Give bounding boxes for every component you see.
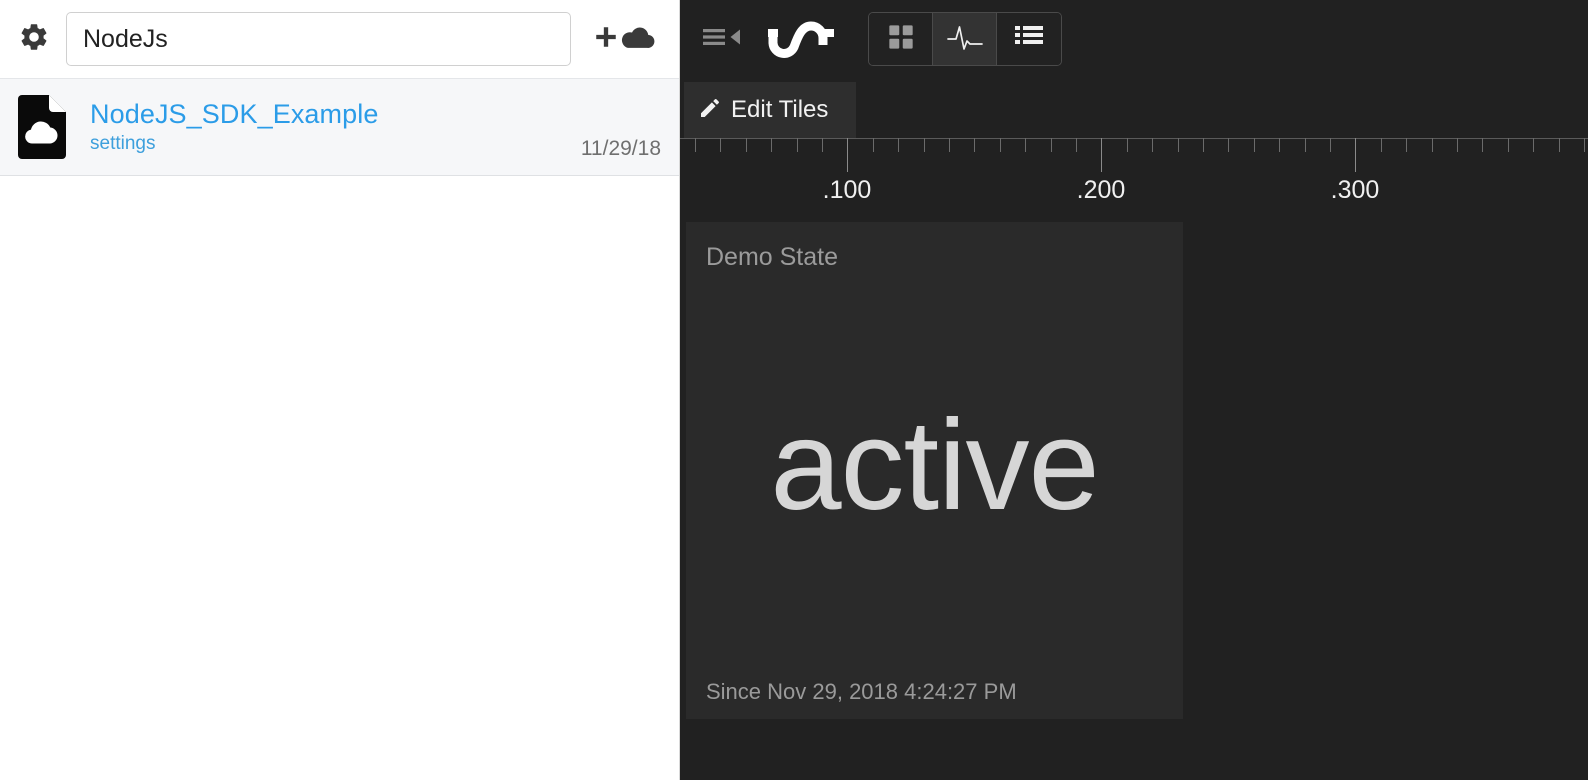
ruler-tick-minor bbox=[1381, 138, 1382, 152]
ruler-tick-minor bbox=[1178, 138, 1179, 152]
ruler-tick-minor bbox=[924, 138, 925, 152]
ruler-tick-minor bbox=[1559, 138, 1560, 152]
ruler-tick-label: .100 bbox=[822, 176, 872, 204]
ruler-tick-minor bbox=[1432, 138, 1433, 152]
ruler-tick-minor bbox=[1584, 138, 1585, 152]
ruler-tick-minor bbox=[1508, 138, 1509, 152]
ruler-tick-minor bbox=[1457, 138, 1458, 152]
dashboard-panel: Edit Tiles .100 .200 .300 Demo State activ… bbox=[680, 0, 1588, 780]
settings-button[interactable] bbox=[12, 17, 56, 61]
dashboard-tile[interactable]: Demo State active Since Nov 29, 2018 4:2… bbox=[686, 222, 1183, 719]
device-settings-link[interactable]: settings bbox=[90, 133, 581, 155]
ruler-baseline bbox=[680, 138, 1588, 139]
edit-tiles-button[interactable]: Edit Tiles bbox=[684, 82, 856, 138]
view-mode-group bbox=[868, 12, 1062, 66]
ruler-tick-minor bbox=[746, 138, 747, 152]
ruler-tick-label: .200 bbox=[1076, 176, 1126, 204]
list-item-text: NodeJS_SDK_Example settings bbox=[76, 99, 581, 155]
edit-tiles-label: Edit Tiles bbox=[731, 96, 829, 123]
plus-icon bbox=[593, 24, 619, 55]
ruler-tick-minor bbox=[695, 138, 696, 152]
ruler-tick-major bbox=[1355, 138, 1356, 172]
ruler-tick-major bbox=[847, 138, 848, 172]
app-root: NodeJS_SDK_Example settings 11/29/18 bbox=[0, 0, 1588, 780]
ruler-tick-minor bbox=[1203, 138, 1204, 152]
device-name-link[interactable]: NodeJS_SDK_Example bbox=[90, 99, 581, 130]
view-mode-list-button[interactable] bbox=[997, 13, 1061, 65]
ruler-tick-minor bbox=[1000, 138, 1001, 152]
search-toolbar bbox=[0, 0, 679, 78]
ruler-tick-minor bbox=[1228, 138, 1229, 152]
ruler-tick-label: .300 bbox=[1330, 176, 1380, 204]
device-list: NodeJS_SDK_Example settings 11/29/18 bbox=[0, 78, 679, 176]
ruler-tick-minor bbox=[771, 138, 772, 152]
search-field-wrap bbox=[66, 12, 571, 66]
device-date: 11/29/18 bbox=[580, 137, 661, 160]
ruler-tick-minor bbox=[1254, 138, 1255, 152]
timeline-ruler[interactable]: .100 .200 .300 bbox=[680, 138, 1588, 216]
tile-value: active bbox=[770, 394, 1099, 537]
ruler-tick-minor bbox=[1482, 138, 1483, 152]
ruler-tick-minor bbox=[1406, 138, 1407, 152]
view-mode-grid-button[interactable] bbox=[869, 13, 933, 65]
ruler-tick-minor bbox=[1533, 138, 1534, 152]
gear-icon bbox=[18, 21, 50, 58]
ruler-tick-minor bbox=[949, 138, 950, 152]
search-input[interactable] bbox=[66, 12, 571, 66]
add-device-button[interactable] bbox=[587, 15, 661, 63]
ruler-tick-minor bbox=[1279, 138, 1280, 152]
ruler-tick-minor bbox=[720, 138, 721, 152]
ruler-tick-minor bbox=[1152, 138, 1153, 152]
grid-view-icon bbox=[887, 23, 915, 56]
ruler-tick-minor bbox=[1330, 138, 1331, 152]
ruler-tick-minor bbox=[797, 138, 798, 152]
pulse-view-icon bbox=[946, 24, 983, 55]
ruler-tick-minor bbox=[1076, 138, 1077, 152]
sidebar-collapse-button[interactable] bbox=[694, 16, 750, 62]
sidebar-collapse-icon bbox=[702, 25, 742, 54]
ruler-tick-major bbox=[1101, 138, 1102, 172]
ruler-tick-minor bbox=[974, 138, 975, 152]
dashboard-toolbar bbox=[680, 0, 1588, 78]
tile-footer-timestamp: Since Nov 29, 2018 4:24:27 PM bbox=[706, 679, 1017, 704]
ruler-tick-minor bbox=[1305, 138, 1306, 152]
list-view-icon bbox=[1014, 24, 1044, 55]
ruler-tick-minor bbox=[1025, 138, 1026, 152]
cloud-icon bbox=[621, 24, 655, 55]
tile-value-wrap: active bbox=[686, 402, 1183, 530]
ruler-tick-minor bbox=[822, 138, 823, 152]
ruler-tick-minor bbox=[1127, 138, 1128, 152]
tile-title: Demo State bbox=[706, 243, 839, 271]
view-mode-pulse-button[interactable] bbox=[933, 13, 997, 65]
file-cloud-icon bbox=[10, 94, 76, 160]
pencil-icon bbox=[698, 96, 722, 125]
ruler-tick-minor bbox=[898, 138, 899, 152]
ruler-tick-minor bbox=[1051, 138, 1052, 152]
losant-logo-icon[interactable] bbox=[762, 11, 840, 67]
list-item[interactable]: NodeJS_SDK_Example settings 11/29/18 bbox=[0, 78, 679, 176]
device-browser-panel: NodeJS_SDK_Example settings 11/29/18 bbox=[0, 0, 680, 780]
ruler-tick-minor bbox=[873, 138, 874, 152]
